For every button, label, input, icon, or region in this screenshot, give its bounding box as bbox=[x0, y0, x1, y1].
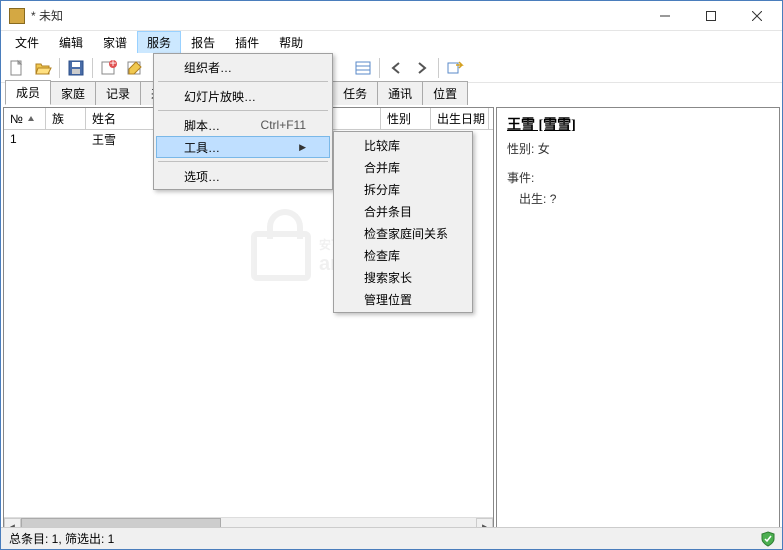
menu-search-parents[interactable]: 搜索家长 bbox=[336, 266, 470, 288]
detail-heading: 王雪 [雪雪] bbox=[507, 114, 769, 134]
close-button[interactable] bbox=[734, 1, 780, 31]
list-icon bbox=[354, 59, 372, 77]
toolbar-new-button[interactable] bbox=[5, 56, 29, 80]
arrow-left-icon bbox=[389, 61, 403, 75]
toolbar-back-button[interactable] bbox=[384, 56, 408, 80]
services-dropdown: 组织者… 幻灯片放映… 脚本…Ctrl+F11 工具…▶ 选项… bbox=[153, 53, 333, 190]
events-label: 事件: bbox=[507, 169, 769, 186]
menu-compare-db[interactable]: 比较库 bbox=[336, 134, 470, 156]
menu-plugins[interactable]: 插件 bbox=[225, 31, 269, 54]
gender-value: 女 bbox=[538, 142, 550, 156]
cell-clan bbox=[46, 138, 86, 140]
menu-organizer[interactable]: 组织者… bbox=[156, 56, 330, 78]
menu-split-db[interactable]: 拆分库 bbox=[336, 178, 470, 200]
menu-slideshow[interactable]: 幻灯片放映… bbox=[156, 85, 330, 107]
toolbar-separator bbox=[92, 58, 93, 78]
export-icon bbox=[446, 59, 464, 77]
tab-members[interactable]: 成员 bbox=[5, 80, 51, 105]
column-header-clan[interactable]: 族 bbox=[46, 108, 86, 129]
toolbar-view-button[interactable] bbox=[351, 56, 375, 80]
tab-tasks[interactable]: 任务 bbox=[332, 81, 378, 105]
menu-genealogy[interactable]: 家谱 bbox=[93, 31, 137, 54]
shortcut-text: Ctrl+F11 bbox=[261, 118, 306, 132]
tab-family[interactable]: 家庭 bbox=[50, 81, 96, 105]
menu-check-family[interactable]: 检查家庭间关系 bbox=[336, 222, 470, 244]
close-icon bbox=[752, 11, 762, 21]
detail-birth: 出生: ? bbox=[519, 190, 769, 207]
toolbar-save-button[interactable] bbox=[64, 56, 88, 80]
menu-file[interactable]: 文件 bbox=[5, 31, 49, 54]
menu-check-db[interactable]: 检查库 bbox=[336, 244, 470, 266]
menu-separator bbox=[158, 161, 328, 162]
menu-manage-locations[interactable]: 管理位置 bbox=[336, 288, 470, 310]
maximize-button[interactable] bbox=[688, 1, 734, 31]
statusbar: 总条目: 1, 筛选出: 1 bbox=[1, 527, 782, 549]
menu-tools[interactable]: 工具…▶ bbox=[156, 136, 330, 158]
document-icon bbox=[8, 59, 26, 77]
column-header-no[interactable]: № bbox=[4, 108, 46, 129]
save-icon bbox=[67, 59, 85, 77]
menu-report[interactable]: 报告 bbox=[181, 31, 225, 54]
cell-no: 1 bbox=[4, 131, 46, 147]
menu-services[interactable]: 服务 bbox=[137, 31, 181, 54]
menubar: 文件 编辑 家谱 服务 报告 插件 帮助 bbox=[1, 31, 782, 53]
minimize-button[interactable] bbox=[642, 1, 688, 31]
toolbar-separator bbox=[59, 58, 60, 78]
menu-scripts[interactable]: 脚本…Ctrl+F11 bbox=[156, 114, 330, 136]
record-add-icon: + bbox=[100, 59, 118, 77]
detail-gender: 性别: 女 bbox=[507, 140, 769, 157]
sort-asc-icon bbox=[27, 115, 35, 123]
menu-separator bbox=[158, 81, 328, 82]
svg-text:+: + bbox=[109, 59, 116, 70]
arrow-right-icon bbox=[415, 61, 429, 75]
menu-merge-entries[interactable]: 合并条目 bbox=[336, 200, 470, 222]
column-header-dob[interactable]: 出生日期 bbox=[431, 108, 489, 129]
folder-open-icon bbox=[34, 59, 52, 77]
tab-locations[interactable]: 位置 bbox=[422, 81, 468, 105]
window-title: * 未知 bbox=[31, 7, 642, 24]
submenu-arrow-icon: ▶ bbox=[299, 142, 306, 153]
menu-options[interactable]: 选项… bbox=[156, 165, 330, 187]
maximize-icon bbox=[706, 11, 716, 21]
minimize-icon bbox=[660, 11, 670, 21]
titlebar: * 未知 bbox=[1, 1, 782, 31]
toolbar-open-button[interactable] bbox=[31, 56, 55, 80]
toolbar-separator bbox=[438, 58, 439, 78]
menu-edit[interactable]: 编辑 bbox=[49, 31, 93, 54]
toolbar: + bbox=[1, 53, 782, 83]
tabbar: 成员 家庭 记录 来源 存储库 群组 研究 任务 通讯 位置 bbox=[1, 83, 782, 105]
column-header-sex[interactable]: 性别 bbox=[381, 108, 431, 129]
tab-records[interactable]: 记录 bbox=[95, 81, 141, 105]
toolbar-edit-record-button[interactable] bbox=[123, 56, 147, 80]
menu-separator bbox=[158, 110, 328, 111]
menu-help[interactable]: 帮助 bbox=[269, 31, 313, 54]
tab-comm[interactable]: 通讯 bbox=[377, 81, 423, 105]
app-icon bbox=[9, 8, 25, 24]
menu-merge-db[interactable]: 合并库 bbox=[336, 156, 470, 178]
tools-submenu: 比较库 合并库 拆分库 合并条目 检查家庭间关系 检查库 搜索家长 管理位置 bbox=[333, 131, 473, 313]
status-text: 总条目: 1, 筛选出: 1 bbox=[9, 530, 114, 547]
window-controls bbox=[642, 1, 780, 31]
gender-label: 性别: bbox=[507, 142, 534, 156]
record-edit-icon bbox=[126, 59, 144, 77]
birth-value: ? bbox=[550, 192, 557, 206]
detail-panel: 王雪 [雪雪] 性别: 女 事件: 出生: ? bbox=[496, 107, 780, 535]
birth-label: 出生: bbox=[519, 192, 546, 206]
toolbar-add-record-button[interactable]: + bbox=[97, 56, 121, 80]
toolbar-export-button[interactable] bbox=[443, 56, 467, 80]
shield-icon bbox=[760, 531, 776, 547]
toolbar-forward-button[interactable] bbox=[410, 56, 434, 80]
toolbar-separator bbox=[379, 58, 380, 78]
